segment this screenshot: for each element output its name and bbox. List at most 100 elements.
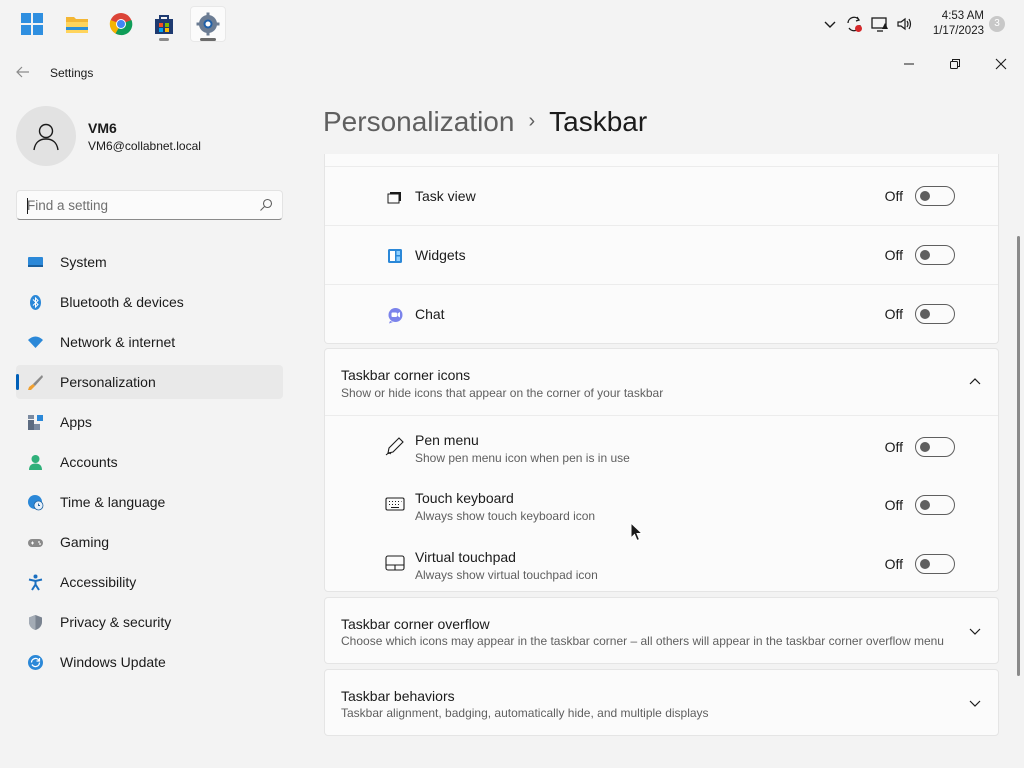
chevron-down-icon[interactable] [968, 696, 982, 710]
touchpad-icon [385, 555, 405, 571]
touch-keyboard-description: Always show touch keyboard icon [415, 509, 596, 523]
widgets-label: Widgets [415, 247, 466, 263]
sidebar-item-time-language[interactable]: Time & language [16, 485, 283, 519]
widgets-state: Off [884, 247, 903, 263]
corner-overflow-title: Taskbar corner overflow [341, 616, 490, 632]
toggle-knob [920, 500, 930, 510]
sidebar-item-gaming[interactable]: Gaming [16, 525, 283, 559]
accessibility-icon [28, 574, 43, 591]
toggle-knob [920, 191, 930, 201]
pen-menu-description: Show pen menu icon when pen is in use [415, 451, 630, 465]
virtual-touchpad-toggle[interactable] [915, 554, 955, 574]
apps-icon [28, 415, 43, 430]
start-icon [21, 13, 43, 35]
taskbar-items-card: Task view Off Widgets Off Chat Off [324, 154, 999, 344]
search-icon[interactable] [259, 198, 273, 212]
chevron-up-icon[interactable] [968, 375, 982, 389]
store-button[interactable] [146, 6, 182, 42]
bluetooth-icon [30, 295, 41, 310]
toggle-knob [920, 442, 930, 452]
accounts-icon [29, 455, 42, 470]
network-warning-icon [871, 17, 888, 32]
sidebar-item-label: Gaming [60, 534, 110, 550]
start-button[interactable] [14, 6, 50, 42]
breadcrumb-personalization[interactable]: Personalization [323, 106, 514, 137]
gamepad-icon [28, 539, 43, 547]
avatar[interactable] [16, 106, 76, 166]
taskbar-item-row: Task view Off [325, 166, 998, 225]
window-title: Settings [50, 66, 94, 80]
close-icon [995, 58, 1007, 70]
sidebar-item-privacy[interactable]: Privacy & security [16, 605, 283, 639]
chevron-up-icon [824, 21, 836, 28]
corner-icon-row: Pen menu Show pen menu icon when pen is … [325, 415, 998, 474]
settings-app-icon [196, 12, 220, 36]
chat-toggle[interactable] [915, 304, 955, 324]
minimize-icon [904, 63, 914, 65]
taskbar-item-row: Chat Off [325, 284, 998, 343]
widgets-icon [388, 249, 402, 263]
corner-icons-header[interactable]: Taskbar corner icons Show or hide icons … [325, 349, 998, 415]
behaviors-card[interactable]: Taskbar behaviors Taskbar alignment, bad… [324, 669, 999, 736]
user-email: VM6@collabnet.local [88, 139, 201, 153]
pen-menu-label: Pen menu [415, 432, 479, 448]
active-indicator [200, 38, 216, 41]
toggle-knob [920, 559, 930, 569]
scrollbar[interactable] [1017, 236, 1020, 676]
pen-icon [385, 437, 404, 456]
virtual-touchpad-state: Off [884, 556, 903, 572]
virtual-touchpad-description: Always show virtual touchpad icon [415, 568, 598, 582]
sidebar-item-label: Windows Update [60, 654, 166, 670]
clock-date: 1/17/2023 [932, 25, 984, 37]
sidebar-item-system[interactable]: System [16, 245, 283, 279]
chrome-button[interactable] [103, 6, 139, 42]
minimize-button[interactable] [898, 54, 920, 74]
sync-status-button[interactable] [844, 14, 864, 34]
chat-icon [388, 307, 402, 323]
sidebar-item-personalization[interactable]: Personalization [16, 365, 283, 399]
restore-button[interactable] [944, 54, 966, 74]
show-hidden-icons-button[interactable] [820, 14, 840, 34]
search-input[interactable] [27, 197, 247, 214]
search-box[interactable] [16, 190, 283, 220]
virtual-touchpad-label: Virtual touchpad [415, 549, 516, 565]
task-view-state: Off [884, 188, 903, 204]
file-explorer-button[interactable] [59, 6, 95, 42]
sidebar-item-windows-update[interactable]: Windows Update [16, 645, 283, 679]
widgets-toggle[interactable] [915, 245, 955, 265]
volume-button[interactable] [895, 14, 915, 34]
brush-icon [28, 375, 43, 390]
network-tray-button[interactable] [870, 14, 890, 34]
task-view-label: Task view [415, 188, 476, 204]
touch-keyboard-state: Off [884, 497, 903, 513]
sidebar-item-network[interactable]: Network & internet [16, 325, 283, 359]
settings-app-button[interactable] [190, 6, 226, 42]
task-view-toggle[interactable] [915, 186, 955, 206]
task-view-icon [387, 192, 401, 204]
pen-menu-toggle[interactable] [915, 437, 955, 457]
behaviors-subtitle: Taskbar alignment, badging, automaticall… [341, 706, 709, 720]
corner-icons-subtitle: Show or hide icons that appear on the co… [341, 386, 664, 400]
volume-icon [897, 17, 912, 31]
clock[interactable]: 4:53 AM 1/17/2023 [933, 9, 984, 39]
user-icon [33, 123, 59, 151]
sidebar-item-label: System [60, 254, 107, 270]
chevron-down-icon[interactable] [968, 624, 982, 638]
sidebar-item-accounts[interactable]: Accounts [16, 445, 283, 479]
sidebar-item-apps[interactable]: Apps [16, 405, 283, 439]
sidebar-item-accessibility[interactable]: Accessibility [16, 565, 283, 599]
back-arrow-icon[interactable] [15, 64, 31, 80]
notification-badge[interactable]: 3 [989, 16, 1005, 32]
update-icon [28, 655, 43, 670]
restore-icon [950, 59, 960, 69]
touch-keyboard-toggle[interactable] [915, 495, 955, 515]
touch-keyboard-label: Touch keyboard [415, 490, 514, 506]
sidebar-item-label: Privacy & security [60, 614, 172, 630]
sidebar-item-bluetooth[interactable]: Bluetooth & devices [16, 285, 283, 319]
running-indicator [159, 38, 169, 41]
close-button[interactable] [990, 54, 1012, 74]
mouse-cursor-icon [630, 522, 644, 542]
corner-overflow-card[interactable]: Taskbar corner overflow Choose which ico… [324, 597, 999, 664]
globe-clock-icon [28, 495, 44, 511]
corner-icons-card: Taskbar corner icons Show or hide icons … [324, 348, 999, 592]
